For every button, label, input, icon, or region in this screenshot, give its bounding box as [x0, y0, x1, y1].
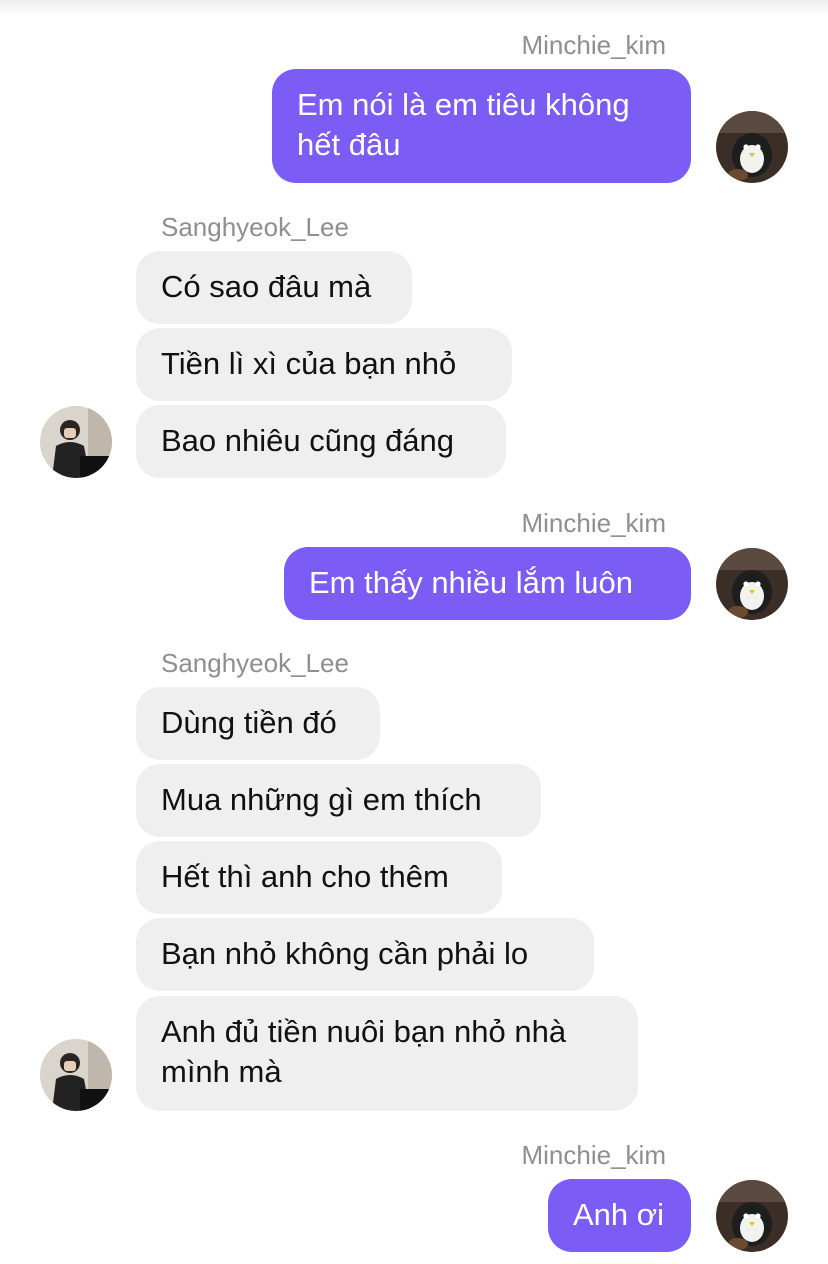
message-bubble-incoming[interactable]: Bạn nhỏ không cần phải lo	[136, 918, 594, 991]
penguin-plush-avatar-icon[interactable]	[716, 1180, 788, 1252]
message-bubble-outgoing[interactable]: Anh ơi	[548, 1179, 691, 1252]
message-bubble-outgoing[interactable]: Em thấy nhiều lắm luôn	[284, 547, 691, 620]
message-bubble-outgoing[interactable]: Em nói là em tiêu không hết đâu	[272, 69, 691, 183]
sender-name: Sanghyeok_Lee	[161, 212, 349, 242]
message-bubble-incoming[interactable]: Bao nhiêu cũng đáng	[136, 405, 506, 478]
penguin-plush-avatar-icon[interactable]	[716, 111, 788, 183]
message-bubble-incoming[interactable]: Hết thì anh cho thêm	[136, 841, 502, 914]
sender-name: Minchie_kim	[521, 508, 667, 538]
sender-name: Sanghyeok_Lee	[161, 648, 349, 678]
message-bubble-incoming[interactable]: Có sao đâu mà	[136, 251, 412, 324]
penguin-plush-avatar-icon[interactable]	[716, 548, 788, 620]
sender-name: Minchie_kim	[521, 1140, 667, 1170]
person-at-piano-avatar-icon[interactable]	[40, 1039, 112, 1111]
sender-name: Minchie_kim	[521, 30, 667, 60]
person-at-piano-avatar-icon[interactable]	[40, 406, 112, 478]
message-bubble-incoming[interactable]: Anh đủ tiền nuôi bạn nhỏ nhà mình mà	[136, 996, 638, 1111]
message-bubble-incoming[interactable]: Dùng tiền đó	[136, 687, 380, 760]
message-bubble-incoming[interactable]: Tiền lì xì của bạn nhỏ	[136, 328, 512, 401]
message-bubble-incoming[interactable]: Mua những gì em thích	[136, 764, 541, 837]
top-shade	[0, 0, 828, 16]
